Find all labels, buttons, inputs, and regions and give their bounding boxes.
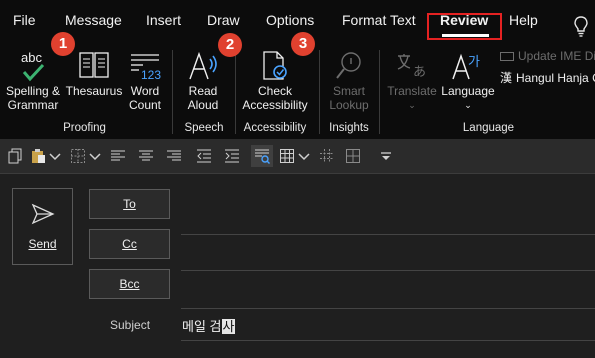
hangul-hanja-button[interactable]: 漢 Hangul Hanja C [500,69,595,86]
active-tab-underline [442,34,489,37]
menu-help[interactable]: Help [509,12,538,28]
to-field-underline [181,234,595,235]
align-center-icon[interactable] [138,148,154,164]
compose-area: Send To Cc Bcc Subject 메일 검사 [0,174,595,358]
language-dropdown-icon[interactable]: ⌄ [440,98,496,112]
word-count-icon-text: 123 [141,68,161,81]
update-ime-dictionary-button[interactable]: Update IME Dic [500,49,595,63]
read-aloud-label-2: Aloud [187,98,219,112]
menu-insert[interactable]: Insert [146,12,181,28]
table-icon[interactable] [279,148,295,164]
check-accessibility-button[interactable]: Check Accessibility [238,48,312,120]
speech-group-label: Speech [184,122,224,134]
smart-lookup-button[interactable]: Smart Lookup [324,48,374,120]
language-icon: 가 [452,53,480,80]
check-accessibility-label-1: Check [257,84,292,98]
spelling-label-1: Spelling & [5,84,61,98]
word-count-icon: 123 [131,54,161,81]
translate-button[interactable]: あ Translate ⌄ [384,48,440,120]
accessibility-check-icon [263,51,287,80]
spelling-icon-text: abc [21,50,42,65]
step-badge-2: 2 [218,33,242,57]
subject-field-underline [181,340,595,341]
formatting-toolbar [0,139,595,174]
language-button[interactable]: 가 Language ⌄ [440,48,496,120]
hangul-hanja-label: Hangul Hanja C [516,71,595,85]
table-columns-icon[interactable] [345,148,361,164]
borders-icon[interactable] [70,148,86,164]
group-divider [172,50,173,134]
send-label: Send [28,237,57,251]
send-button[interactable]: Send [12,188,73,265]
spelling-grammar-button[interactable]: abc Spelling & Grammar [3,48,63,120]
increase-indent-icon[interactable] [224,148,240,164]
menu-format-text[interactable]: Format Text [342,12,416,28]
translate-dropdown-icon[interactable]: ⌄ [384,98,440,112]
language-icon-text: 가 [468,55,480,70]
to-button[interactable]: To [89,189,170,219]
align-right-icon[interactable] [166,148,182,164]
insights-group-label: Insights [329,122,369,134]
subject-text: 메일 검 [182,319,222,334]
smart-lookup-icon [336,52,361,79]
menu-options[interactable]: Options [266,12,314,28]
bcc-button[interactable]: Bcc [89,269,170,299]
table-dropdown-icon[interactable] [296,148,310,164]
send-icon [31,203,55,225]
smart-lookup-label-1: Smart [332,84,365,98]
accessibility-group-label: Accessibility [243,122,307,134]
hanja-icon: 漢 [500,71,513,85]
subject-selected-text: 사 [221,319,236,334]
subject-input[interactable]: 메일 검사 [182,316,236,335]
translate-icon: あ [397,54,426,80]
update-ime-label: Update IME Dic [518,49,595,63]
word-count-button[interactable]: 123 Word Count [124,48,166,120]
word-count-label-1: Word [130,84,160,98]
spelling-check-icon: abc [21,50,45,82]
spelling-label-2: Grammar [7,98,59,112]
group-divider [379,50,380,134]
decrease-indent-icon[interactable] [196,148,212,164]
group-divider [235,50,236,134]
lightbulb-icon[interactable] [574,16,588,38]
borders-dropdown-icon[interactable] [87,148,101,164]
paste-dropdown-icon[interactable] [47,148,61,164]
ribbon: abc Spelling & Grammar Thesaurus 123 Wor… [0,32,595,139]
svg-text:あ: あ [413,65,426,80]
menu-draw[interactable]: Draw [207,12,240,28]
read-aloud-icon [189,51,217,80]
translate-label: Translate [387,84,437,98]
word-count-label-2: Count [128,98,162,112]
smart-lookup-label-2: Lookup [329,98,369,112]
read-aloud-label-1: Read [188,84,218,98]
check-accessibility-label-2: Accessibility [242,98,308,112]
read-aloud-button[interactable]: Read Aloud [179,48,227,120]
menu-message[interactable]: Message [65,12,122,28]
gridlines-icon[interactable] [319,148,335,164]
paste-icon[interactable] [30,148,46,164]
thesaurus-button[interactable]: Thesaurus [64,48,124,120]
align-left-icon[interactable] [110,148,126,164]
bcc-field-underline [181,308,595,309]
thesaurus-label: Thesaurus [65,84,123,98]
find-paragraph-icon[interactable] [254,148,270,164]
menu-review[interactable]: Review [440,12,488,28]
book-icon [79,52,109,78]
cc-field-underline [181,270,595,271]
step-badge-1: 1 [51,32,75,56]
group-divider [319,50,320,134]
customize-toolbar-icon[interactable] [378,148,391,164]
proofing-group-label: Proofing [63,122,106,134]
menu-file[interactable]: File [13,12,36,28]
language-group-label: Language [462,122,515,134]
language-label: Language [441,84,495,98]
keyboard-icon [500,52,514,62]
subject-label: Subject [110,318,151,332]
copy-icon[interactable] [7,148,23,164]
cc-button[interactable]: Cc [89,229,170,259]
step-badge-3: 3 [291,32,315,56]
